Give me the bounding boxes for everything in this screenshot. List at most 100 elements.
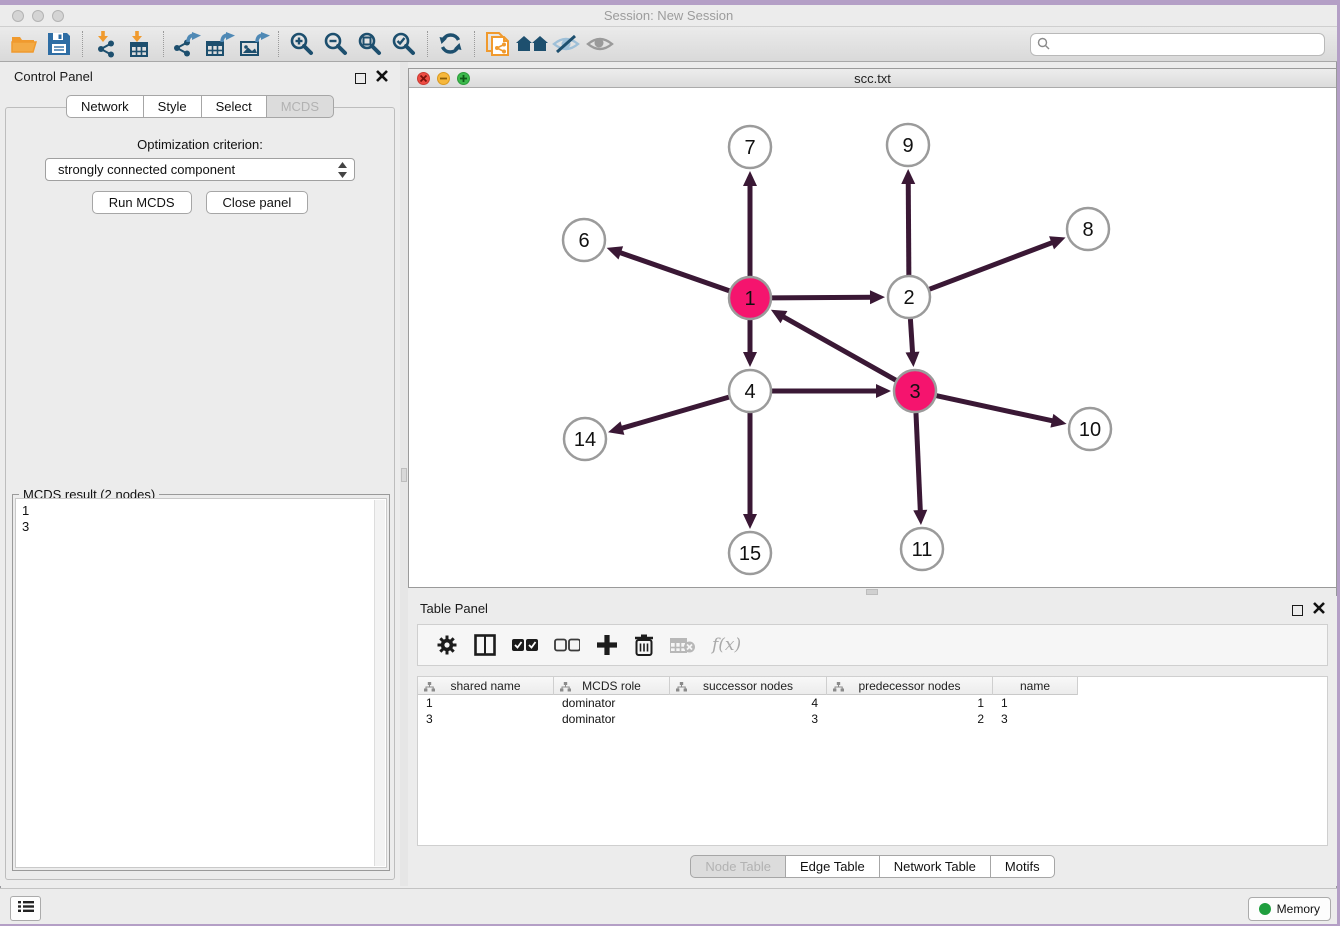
graph-node-10[interactable]: 10 xyxy=(1069,408,1111,450)
close-panel-icon[interactable] xyxy=(376,69,388,87)
chevron-updown-icon xyxy=(337,161,348,182)
graph-node-15[interactable]: 15 xyxy=(729,532,771,574)
clone-network-icon[interactable] xyxy=(481,29,515,59)
graph-node-3[interactable]: 3 xyxy=(894,370,936,412)
gear-icon[interactable] xyxy=(436,634,458,656)
tab-mcds[interactable]: MCDS xyxy=(266,95,334,118)
graph-node-6[interactable]: 6 xyxy=(563,219,605,261)
column-header-shared-name[interactable]: shared name xyxy=(418,677,554,695)
deselect-all-icon[interactable] xyxy=(554,638,580,652)
column-header-MCDS-role[interactable]: MCDS role xyxy=(554,677,670,695)
import-table-icon[interactable] xyxy=(123,29,157,59)
edge-arrow-1-6 xyxy=(607,246,623,259)
tab-network[interactable]: Network xyxy=(66,95,143,118)
export-image-icon[interactable] xyxy=(238,29,272,59)
column-header-predecessor-nodes[interactable]: predecessor nodes xyxy=(827,677,993,695)
edge-4-14[interactable] xyxy=(620,397,729,429)
mcds-result-textarea[interactable]: 13 xyxy=(15,498,387,868)
cell-shared-name[interactable]: 3 xyxy=(418,711,554,727)
zoom-fit-icon[interactable] xyxy=(353,29,387,59)
table-toolbar: f(x) xyxy=(417,624,1328,666)
graph-node-2[interactable]: 2 xyxy=(888,276,930,318)
edge-1-2[interactable] xyxy=(772,297,873,298)
tab-node-table[interactable]: Node Table xyxy=(690,855,785,878)
export-table-icon[interactable] xyxy=(204,29,238,59)
svg-text:4: 4 xyxy=(744,381,755,403)
search-input[interactable] xyxy=(1030,33,1325,56)
graph-node-14[interactable]: 14 xyxy=(564,418,606,460)
save-session-icon[interactable] xyxy=(42,29,76,59)
edge-2-8[interactable] xyxy=(930,242,1055,289)
cell-name[interactable]: 3 xyxy=(993,711,1078,727)
graph-node-8[interactable]: 8 xyxy=(1067,208,1109,250)
add-row-icon[interactable] xyxy=(596,634,618,656)
close-table-panel-icon[interactable] xyxy=(1313,601,1325,619)
hierarchy-icon xyxy=(833,681,844,695)
result-scrollbar[interactable] xyxy=(374,500,385,866)
zoom-in-icon[interactable] xyxy=(285,29,319,59)
edge-arrow-3-10 xyxy=(1050,414,1066,428)
close-panel-button[interactable]: Close panel xyxy=(206,191,309,214)
export-network-icon[interactable] xyxy=(170,29,204,59)
open-session-icon[interactable] xyxy=(8,29,42,59)
column-header-successor-nodes[interactable]: successor nodes xyxy=(670,677,827,695)
zoom-out-icon[interactable] xyxy=(319,29,353,59)
float-table-panel-icon[interactable] xyxy=(1292,605,1303,616)
cell-shared-name[interactable]: 1 xyxy=(418,695,554,711)
refresh-icon[interactable] xyxy=(434,29,468,59)
columns-icon[interactable] xyxy=(474,634,496,656)
cell-predecessor-nodes[interactable]: 2 xyxy=(827,711,993,727)
tab-network-table[interactable]: Network Table xyxy=(879,855,990,878)
zoom-selected-icon[interactable] xyxy=(387,29,421,59)
cell-MCDS-role[interactable]: dominator xyxy=(554,711,670,727)
edge-3-11[interactable] xyxy=(916,413,920,513)
edge-arrow-2-3 xyxy=(906,352,920,367)
table-row[interactable]: 3dominator323 xyxy=(418,711,1078,727)
memory-label: Memory xyxy=(1277,902,1320,916)
task-history-button[interactable] xyxy=(10,896,41,921)
select-all-icon[interactable] xyxy=(512,638,538,652)
edge-arrow-1-4 xyxy=(743,352,757,367)
cell-name[interactable]: 1 xyxy=(993,695,1078,711)
show-all-icon[interactable] xyxy=(583,29,617,59)
criterion-dropdown[interactable]: strongly connected component xyxy=(45,158,355,181)
graph-node-7[interactable]: 7 xyxy=(729,126,771,168)
graph-node-1[interactable]: 1 xyxy=(729,277,771,319)
edge-2-3[interactable] xyxy=(910,319,912,355)
network-canvas[interactable]: 7 9 6 8 1 2 4 3 14 10 15 11 xyxy=(409,88,1336,587)
toolbar-separator xyxy=(474,31,475,57)
memory-button[interactable]: Memory xyxy=(1248,897,1331,921)
svg-text:6: 6 xyxy=(578,230,589,252)
split-resize-knob[interactable] xyxy=(866,589,878,595)
graph-node-4[interactable]: 4 xyxy=(729,370,771,412)
import-network-icon[interactable] xyxy=(89,29,123,59)
home-icon[interactable] xyxy=(515,29,549,59)
edge-3-10[interactable] xyxy=(936,396,1054,422)
svg-text:1: 1 xyxy=(744,288,755,310)
column-header-name[interactable]: name xyxy=(993,677,1078,695)
cell-successor-nodes[interactable]: 4 xyxy=(670,695,827,711)
edge-3-1[interactable] xyxy=(781,316,895,381)
edge-2-9[interactable] xyxy=(908,181,909,275)
edge-1-6[interactable] xyxy=(618,252,729,291)
tab-style[interactable]: Style xyxy=(143,95,201,118)
run-mcds-button[interactable]: Run MCDS xyxy=(92,191,192,214)
tab-edge-table[interactable]: Edge Table xyxy=(785,855,879,878)
float-panel-icon[interactable] xyxy=(355,73,366,84)
svg-text:7: 7 xyxy=(744,137,755,159)
delete-row-icon[interactable] xyxy=(634,634,654,657)
tab-motifs[interactable]: Motifs xyxy=(990,855,1055,878)
table-row[interactable]: 1dominator411 xyxy=(418,695,1078,711)
panel-divider[interactable] xyxy=(400,62,408,886)
svg-text:2: 2 xyxy=(903,287,914,309)
cell-predecessor-nodes[interactable]: 1 xyxy=(827,695,993,711)
mcds-result-line: 3 xyxy=(22,519,380,535)
cell-MCDS-role[interactable]: dominator xyxy=(554,695,670,711)
status-bar: Memory xyxy=(0,888,1337,924)
graph-node-11[interactable]: 11 xyxy=(901,528,943,570)
tab-select[interactable]: Select xyxy=(201,95,266,118)
graph-node-9[interactable]: 9 xyxy=(887,124,929,166)
divider-grip[interactable] xyxy=(401,468,407,482)
cell-successor-nodes[interactable]: 3 xyxy=(670,711,827,727)
hide-selected-icon[interactable] xyxy=(549,29,583,59)
